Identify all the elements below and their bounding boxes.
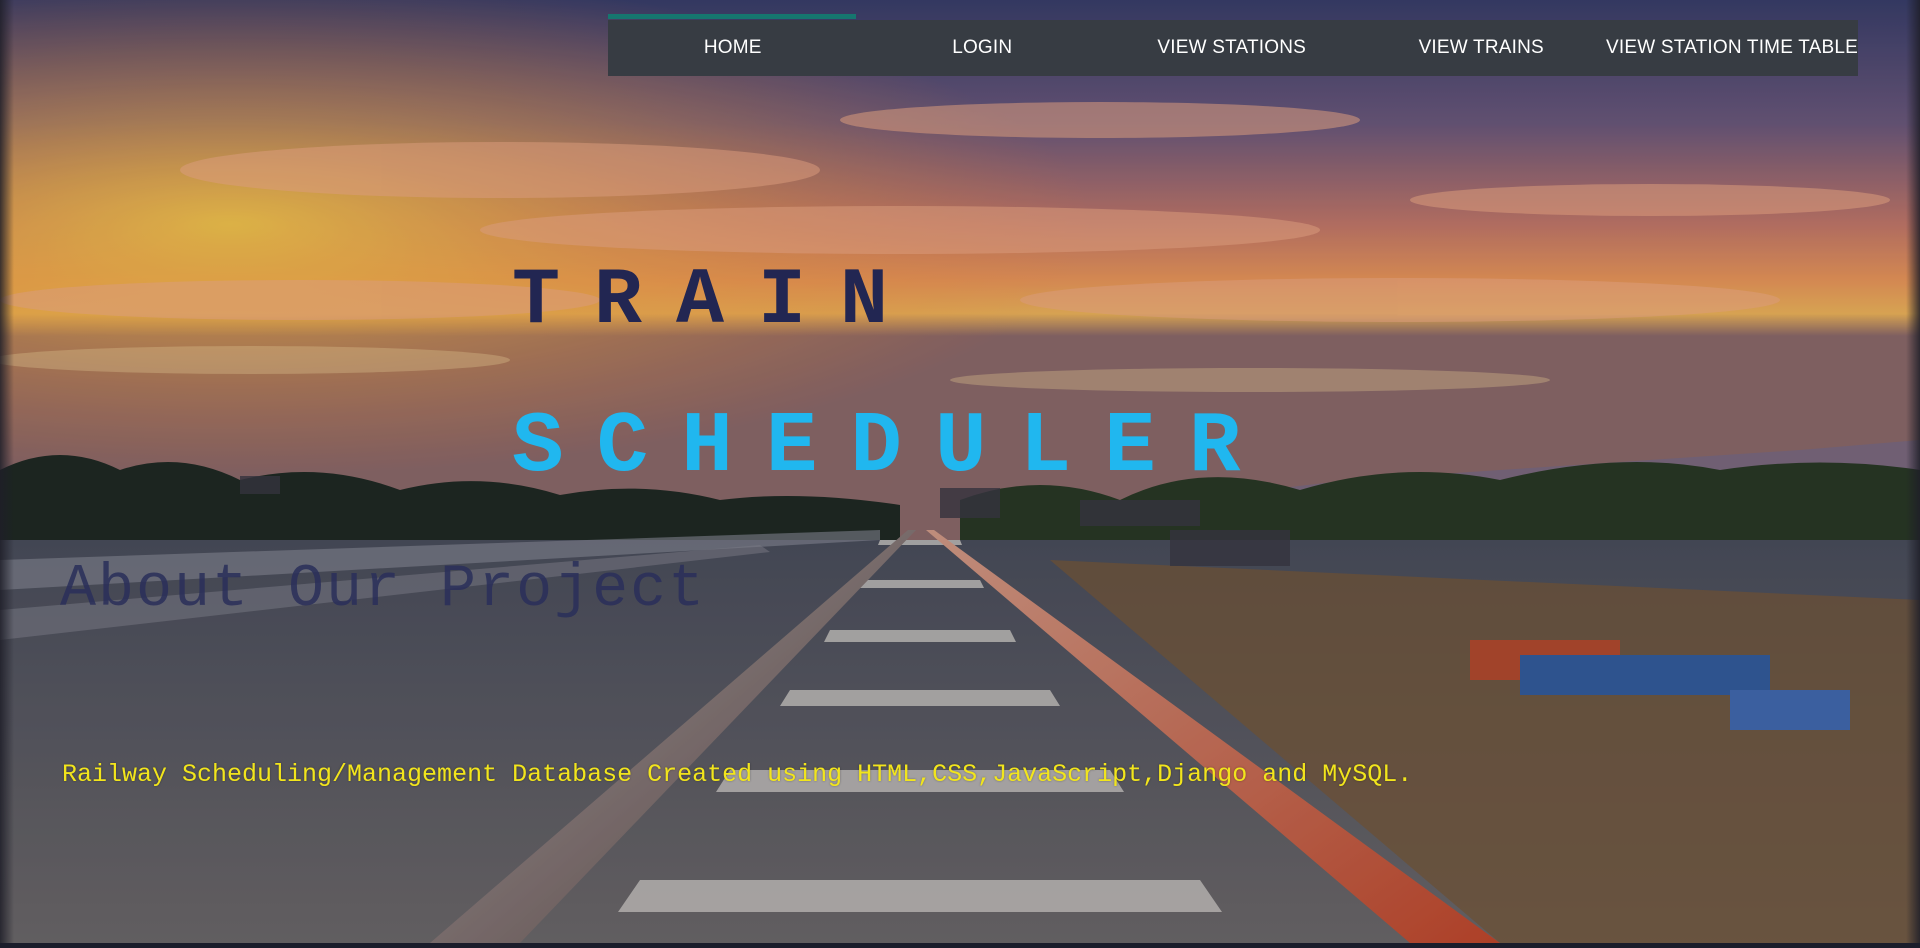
nav-view-station-time-table-link[interactable]: VIEW STATION TIME TABLE	[1606, 20, 1858, 76]
hero-title-train: TRAIN	[512, 256, 923, 347]
nav-view-trains-link[interactable]: VIEW TRAINS	[1357, 20, 1607, 76]
nav-view-stations-link[interactable]: VIEW STATIONS	[1107, 20, 1357, 76]
about-heading: About Our Project	[60, 556, 707, 624]
left-frame-edge	[0, 0, 14, 943]
nav-home-link[interactable]: HOME	[608, 20, 858, 76]
top-navbar: HOME LOGIN VIEW STATIONS VIEW TRAINS VIE…	[608, 20, 1858, 76]
active-tab-indicator	[608, 14, 856, 19]
hero-title-scheduler: SCHEDULER	[512, 398, 1274, 496]
right-frame-edge	[1906, 0, 1920, 943]
nav-login-link[interactable]: LOGIN	[858, 20, 1108, 76]
project-description: Railway Scheduling/Management Database C…	[62, 760, 1413, 789]
